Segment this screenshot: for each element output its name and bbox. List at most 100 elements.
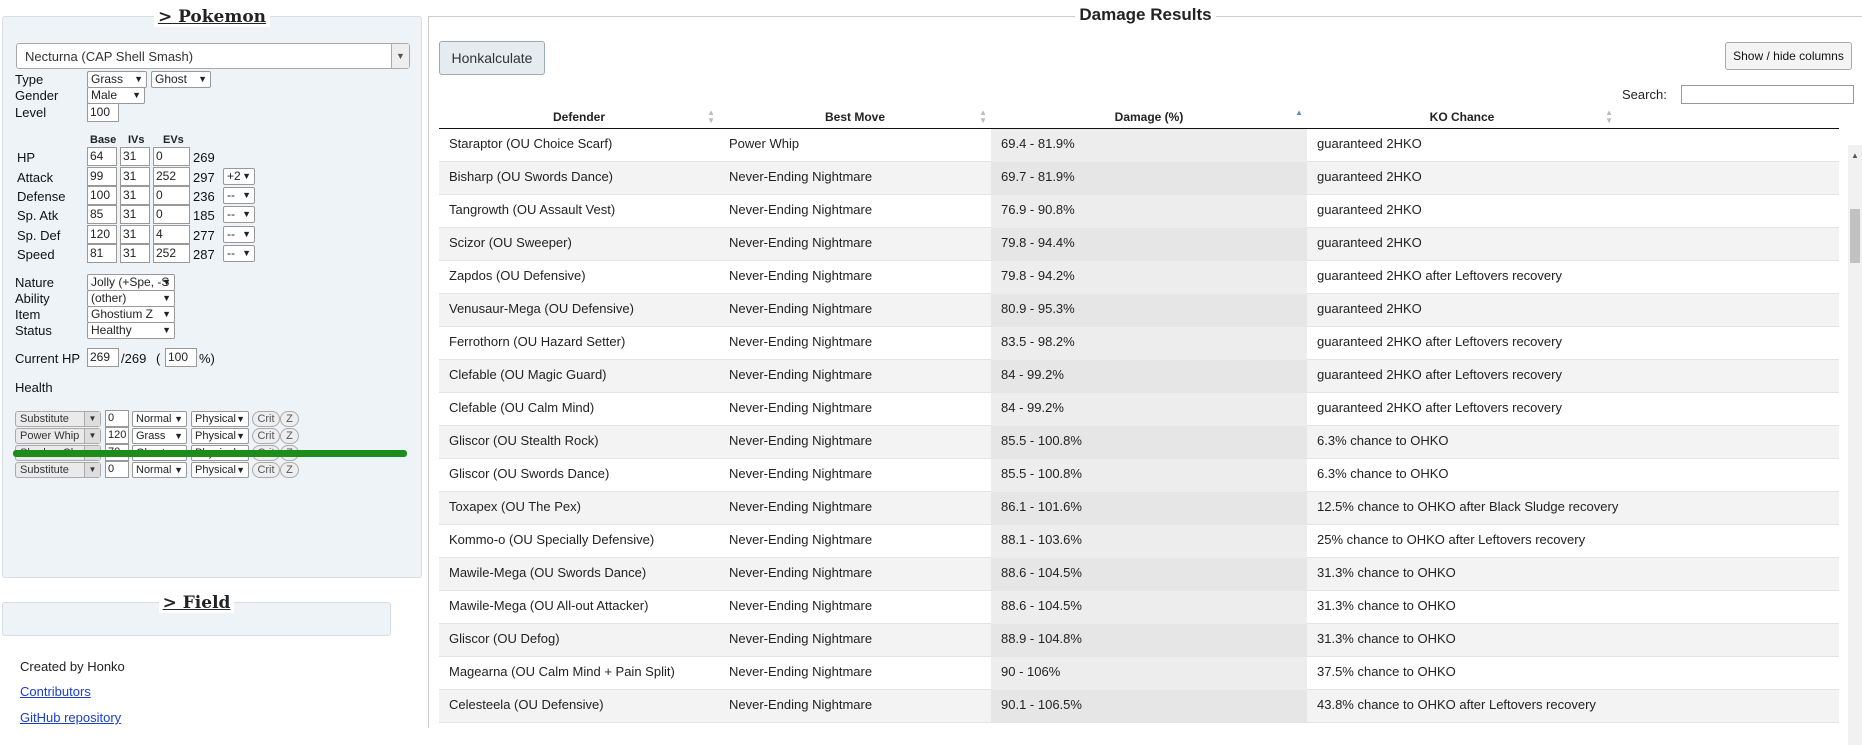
stat-base-input[interactable]: 81 [87, 244, 117, 263]
scrollbar-thumb[interactable] [1850, 209, 1860, 263]
move-bp-input[interactable]: 120 [105, 427, 129, 444]
crit-toggle[interactable]: Crit [252, 411, 280, 427]
stat-label: Sp. Atk [17, 208, 59, 223]
type-label: Type [15, 72, 44, 87]
scroll-up-icon[interactable]: ▲ [1851, 151, 1859, 160]
move-bp-input[interactable]: 0 [105, 410, 129, 427]
stat-total: 236 [193, 189, 215, 204]
current-hp-input[interactable]: 269 [87, 348, 119, 367]
stat-boost-select[interactable]: -- ▼ [223, 245, 255, 262]
crit-toggle[interactable]: Crit [252, 462, 280, 478]
move-select[interactable]: Substitute ▼ [15, 462, 101, 478]
move-type-select[interactable]: Normal ▼ [132, 462, 187, 478]
item-select[interactable]: Ghostium Z ▼ [87, 306, 175, 323]
table-row[interactable]: Clefable (OU Calm Mind) Never-Ending Nigh… [439, 393, 1839, 426]
cell-best-move: Never-Ending Nightmare [729, 433, 873, 448]
move-category-select[interactable]: Physical▼ [191, 411, 249, 427]
stat-iv-input[interactable]: 31 [120, 147, 150, 166]
stat-ev-input[interactable]: 4 [153, 225, 190, 244]
stat-ev-input[interactable]: 0 [153, 147, 190, 166]
stat-boost-select[interactable]: -- ▼ [223, 206, 255, 223]
stat-iv-input[interactable]: 31 [120, 225, 150, 244]
cell-damage: 85.5 - 100.8% [991, 459, 1307, 492]
table-row[interactable]: Gliscor (OU Defog) Never-Ending Nightmare… [439, 624, 1839, 657]
stat-ev-input[interactable]: 252 [153, 244, 190, 263]
pokemon-section-title: > Pokemon [3, 7, 421, 27]
table-row[interactable]: Kommo-o (OU Specially Defensive) Never-En… [439, 525, 1839, 558]
caret-down-icon: ▼ [174, 414, 183, 424]
move-select[interactable]: Substitute ▼ [15, 411, 101, 427]
cell-damage: 88.6 - 104.5% [991, 591, 1307, 624]
stat-boost-select[interactable]: -- ▼ [223, 226, 255, 243]
table-row[interactable]: Magearna (OU Calm Mind + Pain Split) Neve… [439, 657, 1839, 690]
table-scrollbar[interactable]: ▲ [1848, 145, 1862, 745]
stat-iv-input[interactable]: 31 [120, 186, 150, 205]
move-category-select[interactable]: Physical▼ [191, 428, 249, 444]
table-row[interactable]: Mawile-Mega (OU All-out Attacker) Never-E… [439, 591, 1839, 624]
crit-toggle[interactable]: Crit [252, 428, 280, 444]
table-row[interactable]: Zapdos (OU Defensive) Never-Ending Nightm… [439, 261, 1839, 294]
ability-label: Ability [15, 291, 50, 306]
type2-select[interactable]: Ghost ▼ [151, 71, 211, 88]
stat-ev-input[interactable]: 0 [153, 205, 190, 224]
table-row[interactable]: Ferrothorn (OU Hazard Setter) Never-Endin… [439, 327, 1839, 360]
table-row[interactable]: Mawile-Mega (OU Swords Dance) Never-Endin… [439, 558, 1839, 591]
table-row[interactable]: Staraptor (OU Choice Scarf) Power Whip 69.… [439, 129, 1839, 162]
stat-iv-input[interactable]: 31 [120, 205, 150, 224]
move-bp-input[interactable]: 0 [105, 461, 129, 478]
table-row[interactable]: Bisharp (OU Swords Dance) Never-Ending Ni… [439, 162, 1839, 195]
cell-defender: Celesteela (OU Defensive) [449, 697, 604, 712]
stat-ev-input[interactable]: 252 [153, 167, 190, 186]
header-damage[interactable]: Damage (%) ▲ [991, 106, 1307, 128]
move-type-select[interactable]: Normal ▼ [132, 411, 187, 427]
move-type-select[interactable]: Grass ▼ [132, 428, 187, 444]
base-header: Base [90, 134, 117, 146]
header-best-move[interactable]: Best Move ▲ ▼ [719, 106, 991, 128]
table-row[interactable]: Gliscor (OU Stealth Rock) Never-Ending Ni… [439, 426, 1839, 459]
table-row[interactable]: Gliscor (OU Swords Dance) Never-Ending Ni… [439, 459, 1839, 492]
cell-best-move: Never-Ending Nightmare [729, 631, 873, 646]
status-select[interactable]: Healthy ▼ [87, 322, 175, 339]
github-link[interactable]: GitHub repository [20, 710, 121, 725]
contributors-link[interactable]: Contributors [20, 684, 91, 699]
caret-down-icon: ▼ [236, 431, 245, 441]
stat-boost-select[interactable]: +2 ▼ [223, 168, 255, 185]
z-toggle[interactable]: Z [280, 428, 299, 444]
table-row[interactable]: Venusaur-Mega (OU Defensive) Never-Ending… [439, 294, 1839, 327]
show-hide-columns-button[interactable]: Show / hide columns [1725, 42, 1852, 70]
table-row[interactable]: Clefable (OU Magic Guard) Never-Ending Ni… [439, 360, 1839, 393]
table-row[interactable]: Celesteela (OU Defensive) Never-Ending Ni… [439, 690, 1839, 723]
level-input[interactable]: 100 [87, 103, 119, 122]
move-category-select[interactable]: Physical▼ [191, 462, 249, 478]
hp-open-paren: ( [156, 351, 161, 366]
z-toggle[interactable]: Z [280, 411, 299, 427]
z-toggle[interactable]: Z [280, 462, 299, 478]
honkalculate-button[interactable]: Honkalculate [439, 41, 545, 75]
stat-base-input[interactable]: 85 [87, 205, 117, 224]
gender-select[interactable]: Male ▼ [87, 87, 145, 104]
hp-percent-input[interactable]: 100 [165, 348, 197, 367]
stat-boost-select[interactable]: -- ▼ [223, 187, 255, 204]
stat-base-input[interactable]: 64 [87, 147, 117, 166]
stat-iv-input[interactable]: 31 [120, 167, 150, 186]
move-select[interactable]: Power Whip ▼ [15, 428, 101, 444]
nature-select[interactable]: Jolly (+Spe, -S ▼ [87, 274, 175, 291]
stat-ev-input[interactable]: 0 [153, 186, 190, 205]
stat-base-input[interactable]: 99 [87, 167, 117, 186]
ability-select[interactable]: (other) ▼ [87, 290, 175, 307]
table-row[interactable]: Tangrowth (OU Assault Vest) Never-Ending … [439, 195, 1839, 228]
search-input[interactable] [1681, 85, 1854, 104]
header-ko-chance[interactable]: KO Chance ▲ ▼ [1307, 106, 1617, 128]
header-defender[interactable]: Defender ▲ ▼ [439, 106, 719, 128]
pokemon-panel: > Pokemon Necturna (CAP Shell Smash) ▼ T… [2, 7, 422, 578]
search-label: Search: [1622, 87, 1667, 102]
stat-base-input[interactable]: 100 [87, 186, 117, 205]
set-select[interactable]: Necturna (CAP Shell Smash) ▼ [16, 43, 410, 69]
table-row[interactable]: Toxapex (OU The Pex) Never-Ending Nightma… [439, 492, 1839, 525]
stat-base-input[interactable]: 120 [87, 225, 117, 244]
type1-select[interactable]: Grass ▼ [87, 71, 147, 88]
table-row[interactable]: Scizor (OU Sweeper) Never-Ending Nightmar… [439, 228, 1839, 261]
stat-iv-input[interactable]: 31 [120, 244, 150, 263]
sort-icon: ▲ ▼ [979, 108, 987, 125]
chevron-down-icon: ▼ [84, 412, 100, 426]
